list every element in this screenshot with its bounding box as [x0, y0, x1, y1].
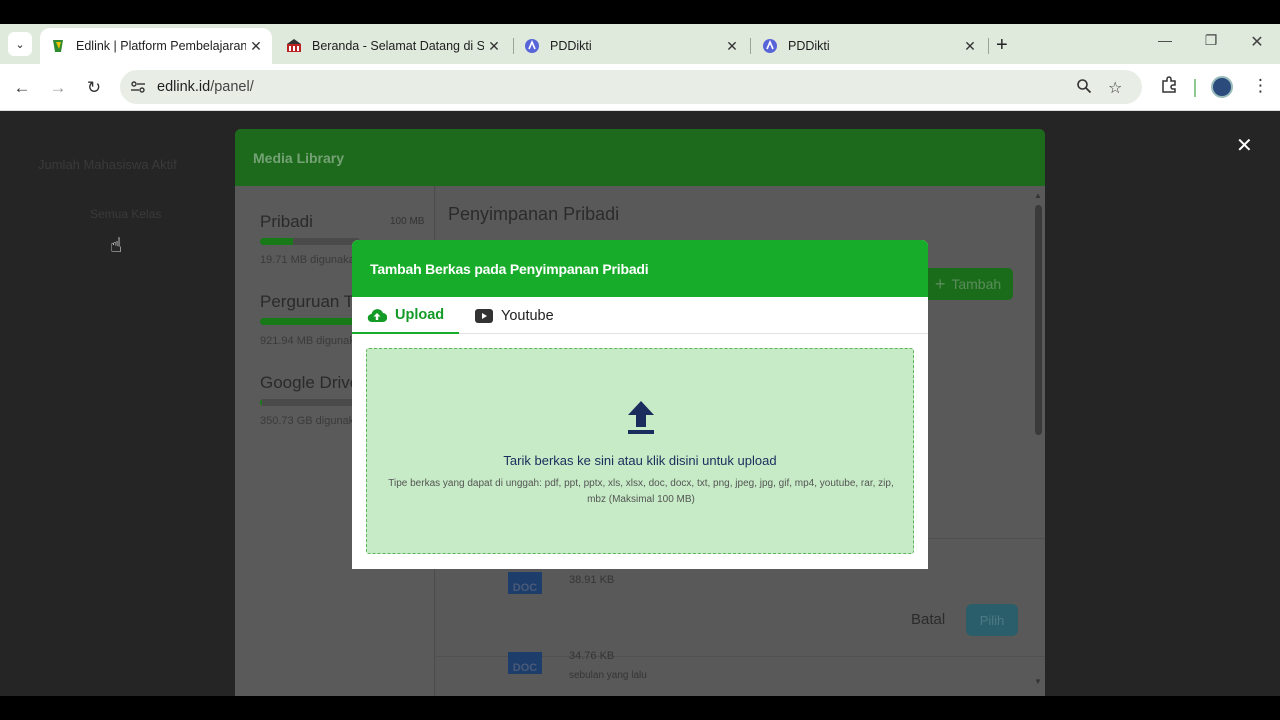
doc-file-icon: DOC	[508, 652, 542, 674]
upload-arrow-icon	[628, 401, 654, 434]
back-arrow-icon[interactable]: ←	[10, 76, 34, 100]
tab-title: Beranda - Selamat Datang di Si	[312, 39, 484, 53]
media-library-title: Media Library	[253, 150, 345, 166]
bottom-letterbox	[0, 696, 1280, 720]
page-viewport: Jumlah Mahasiswa Aktif Semua Kelas ✕ Med…	[0, 111, 1280, 696]
university-favicon-icon	[286, 38, 302, 54]
storage-capacity: 100 MB	[390, 216, 425, 227]
tab-close-icon[interactable]: ✕	[960, 38, 980, 55]
scroll-down-icon[interactable]: ▼	[1034, 677, 1042, 686]
storage-usage-bar	[260, 399, 360, 406]
reload-icon[interactable]: ↻	[82, 76, 106, 100]
media-library-scrollbar[interactable]: ▲ ▼	[1032, 191, 1044, 691]
select-button[interactable]: Pilih	[966, 604, 1018, 636]
background-heading: Jumlah Mahasiswa Aktif	[38, 157, 177, 172]
file-size: 34.76 KB	[569, 650, 615, 662]
minimize-icon[interactable]: —	[1150, 32, 1180, 48]
storage-usage-bar	[260, 318, 360, 325]
pddikti-favicon-icon	[762, 38, 778, 54]
add-file-button[interactable]: + Tambah	[923, 268, 1013, 300]
tab-pddikti-1[interactable]: PDDikti ✕	[514, 28, 748, 64]
tab-close-icon[interactable]: ✕	[722, 38, 742, 55]
tab-beranda[interactable]: Beranda - Selamat Datang di Si ✕	[276, 28, 510, 64]
tab-close-icon[interactable]: ✕	[246, 38, 266, 55]
tab-pddikti-2[interactable]: PDDikti ✕	[752, 28, 986, 64]
storage-main-title: Penyimpanan Pribadi	[448, 204, 620, 224]
youtube-icon	[475, 308, 493, 323]
storage-usage-bar	[260, 238, 360, 245]
tab-separator	[750, 38, 751, 54]
window-close-icon[interactable]: ✕	[1242, 32, 1272, 52]
forward-arrow-icon[interactable]: →	[46, 76, 70, 100]
tab-close-icon[interactable]: ✕	[484, 38, 504, 55]
browser-tabstrip: ⌄ Edlink | Platform Pembelajaran ✕ Beran…	[0, 24, 1280, 64]
tab-title: PDDikti	[550, 39, 592, 53]
tab-separator	[988, 38, 989, 54]
upload-dialog-tabs: Upload Youtube	[352, 297, 928, 334]
storage-used: 19.71 MB digunakan	[260, 254, 361, 266]
storage-name: Google Drive	[260, 373, 360, 392]
hand-cursor-icon: ☝	[110, 235, 123, 257]
toolbar-separator	[1194, 79, 1196, 97]
doc-file-icon: DOC	[508, 572, 542, 594]
tab-title: PDDikti	[788, 39, 830, 53]
pddikti-favicon-icon	[524, 38, 540, 54]
overlay-close-icon[interactable]: ✕	[1236, 133, 1253, 158]
tab-title: Edlink | Platform Pembelajaran	[76, 39, 246, 53]
scroll-up-icon[interactable]: ▲	[1034, 191, 1042, 200]
dropzone-file-types: Tipe berkas yang dapat di unggah: pdf, p…	[388, 478, 894, 505]
bookmark-star-icon[interactable]: ☆	[1108, 78, 1122, 98]
tab-youtube[interactable]: Youtube	[475, 297, 554, 334]
cancel-button[interactable]: Batal	[911, 611, 945, 628]
edlink-favicon-icon	[50, 38, 66, 54]
tab-search-chevron-down-icon[interactable]: ⌄	[8, 32, 32, 56]
plus-icon: +	[934, 273, 946, 294]
address-bar[interactable]: edlink.id/panel/ ☆	[120, 70, 1142, 104]
dropzone-instruction: Tarik berkas ke sini atau klik disini un…	[503, 453, 777, 468]
upload-dialog: Tambah Berkas pada Penyimpanan Pribadi U…	[352, 240, 928, 569]
upload-dialog-header: Tambah Berkas pada Penyimpanan Pribadi	[352, 240, 928, 297]
zoom-icon[interactable]	[1076, 78, 1092, 99]
file-size: 38.91 KB	[569, 574, 615, 586]
cloud-upload-icon	[367, 307, 387, 323]
top-letterbox	[0, 0, 1280, 24]
file-dropzone[interactable]: Tarik berkas ke sini atau klik disini un…	[366, 348, 914, 554]
media-library-header: Media Library	[235, 129, 1045, 186]
upload-dialog-title: Tambah Berkas pada Penyimpanan Pribadi	[370, 261, 649, 277]
scroll-thumb[interactable]	[1035, 205, 1042, 435]
url-text: edlink.id/panel/	[157, 79, 254, 95]
storage-used: 921.94 MB digunakan	[260, 335, 368, 347]
profile-avatar[interactable]	[1211, 76, 1233, 98]
site-settings-icon[interactable]	[130, 79, 146, 95]
tab-edlink[interactable]: Edlink | Platform Pembelajaran ✕	[40, 28, 272, 64]
browser-toolbar: ← → ↻ edlink.id/panel/ ☆ ⋮	[0, 64, 1280, 111]
restore-icon[interactable]: ❐	[1196, 32, 1226, 49]
new-tab-plus-icon[interactable]: +	[996, 34, 1008, 57]
file-time: sebulan yang lalu	[569, 670, 647, 681]
background-subtext: Semua Kelas	[90, 207, 162, 221]
extensions-puzzle-icon[interactable]	[1160, 76, 1178, 99]
tab-upload[interactable]: Upload	[352, 297, 459, 334]
storage-used: 350.73 GB digunakan	[260, 415, 367, 427]
menu-kebab-icon[interactable]: ⋮	[1252, 76, 1269, 96]
storage-name: Pribadi	[260, 212, 313, 231]
